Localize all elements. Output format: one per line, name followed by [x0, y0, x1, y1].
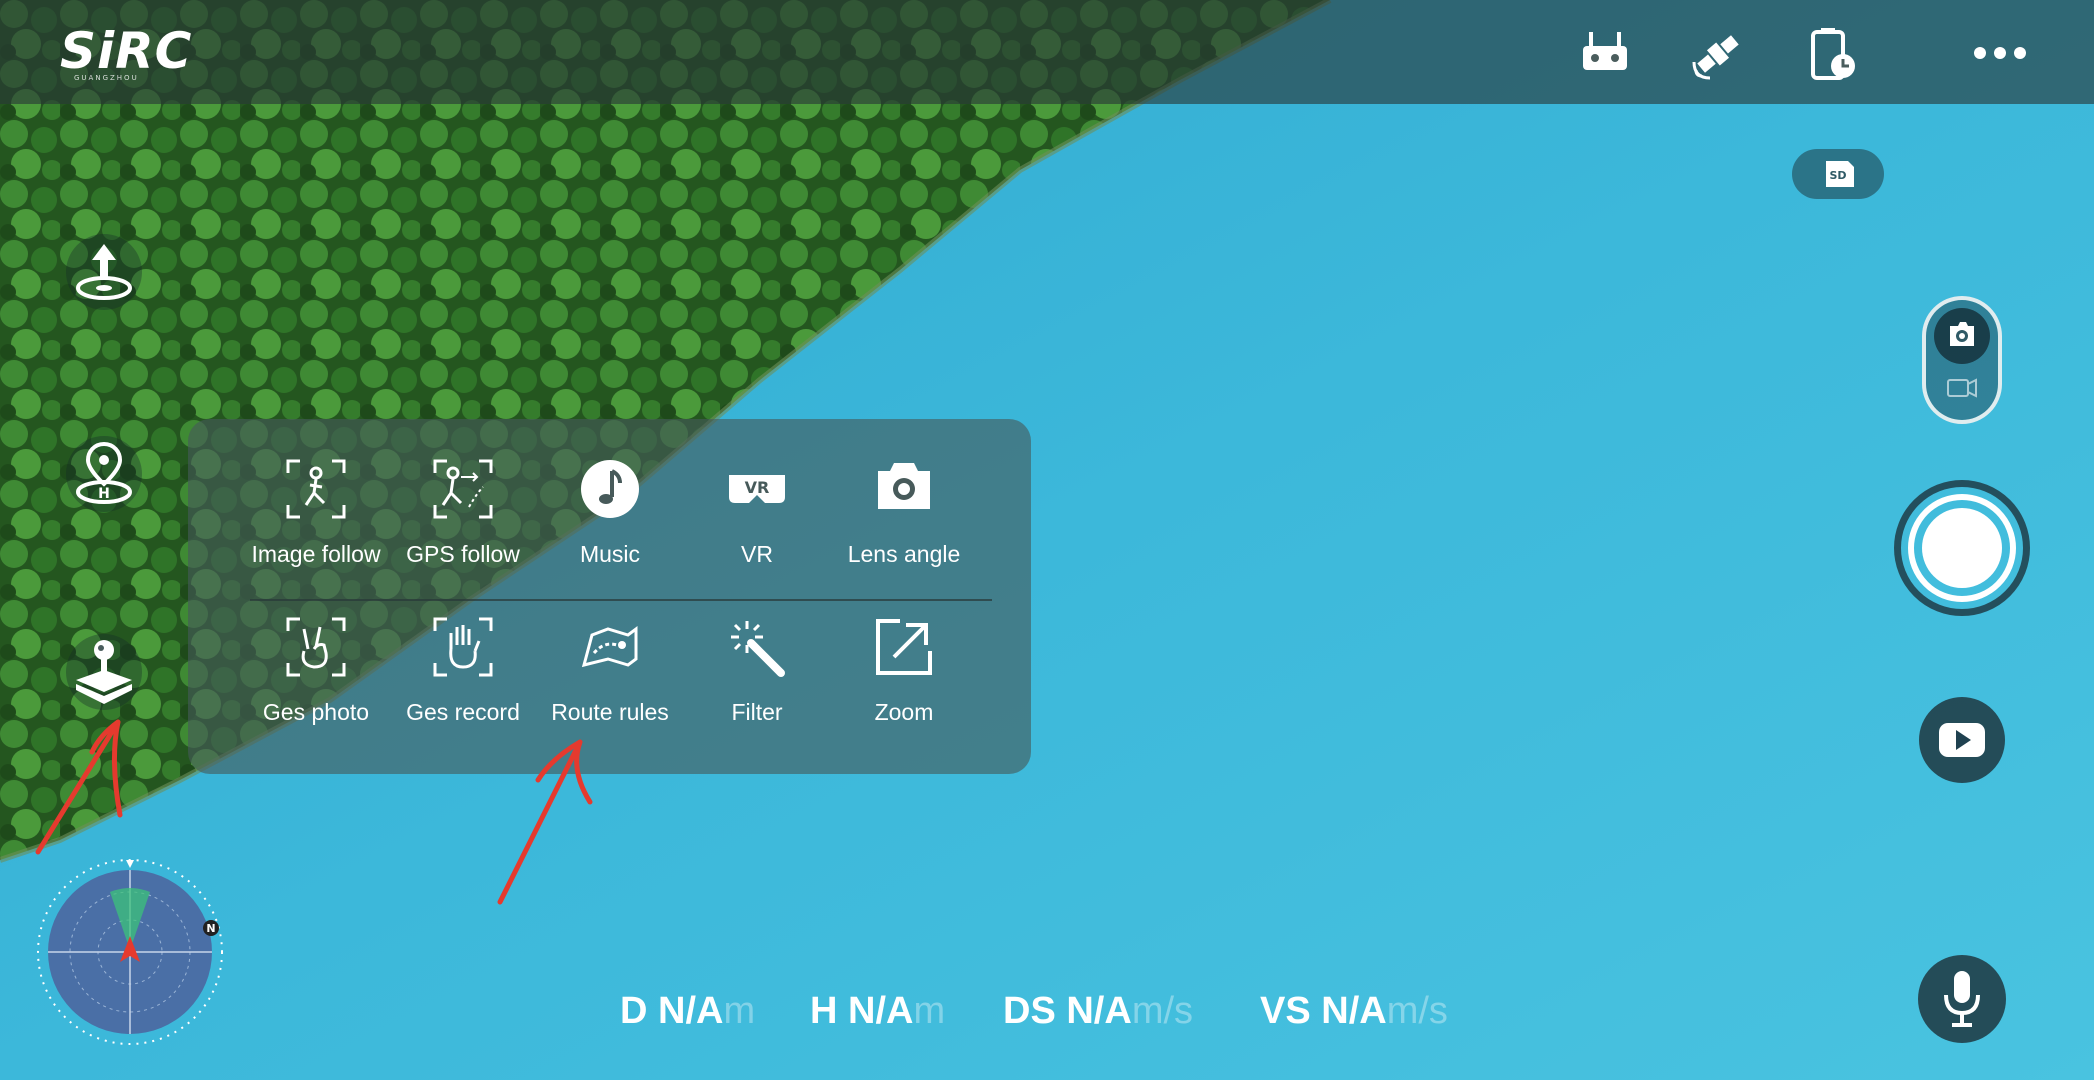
- telemetry-height: H N/Am: [810, 990, 946, 1032]
- menu-label: Filter: [731, 699, 783, 725]
- shutter-core: [1922, 508, 2002, 588]
- menu-label: Route rules: [551, 699, 669, 725]
- menu-label: Image follow: [251, 541, 381, 567]
- top-bar: SiRC GUANGZHOU: [0, 0, 2094, 104]
- more-icon[interactable]: [1972, 38, 2028, 68]
- menu-label: GPS follow: [406, 541, 520, 567]
- gesture-photo-icon: [286, 617, 346, 677]
- menu-label: VR: [741, 541, 773, 567]
- menu-label: Ges record: [406, 699, 520, 725]
- sd-label: SD: [1829, 169, 1846, 182]
- menu-divider: [250, 599, 992, 601]
- gesture-record-icon: [433, 617, 493, 677]
- menu-item-music[interactable]: Music: [537, 457, 683, 597]
- satellite-icon[interactable]: [1690, 26, 1746, 82]
- menu-label: Zoom: [874, 699, 934, 725]
- menu-label: Lens angle: [847, 541, 961, 567]
- telemetry-vertical-speed: VS N/Am/s: [1260, 990, 1448, 1032]
- menu-label: Ges photo: [262, 699, 370, 725]
- shutter-ring: [1908, 494, 2016, 602]
- menu-item-route-rules[interactable]: Route rules: [537, 615, 683, 755]
- return-home-icon[interactable]: H: [66, 436, 142, 512]
- takeoff-icon[interactable]: [66, 234, 142, 310]
- lens-angle-icon: [878, 463, 930, 509]
- menu-item-filter[interactable]: Filter: [684, 615, 830, 755]
- playback-icon[interactable]: [1919, 697, 2005, 783]
- remote-controller-icon[interactable]: [1577, 26, 1633, 82]
- svg-text:H: H: [98, 486, 110, 502]
- compass-north-label: N: [206, 922, 215, 935]
- telemetry-distance: D N/Am: [620, 990, 756, 1032]
- menu-label: Music: [579, 541, 641, 567]
- zoom-icon: [876, 619, 932, 675]
- menu-item-image-follow[interactable]: Image follow: [243, 457, 389, 597]
- sd-card-indicator[interactable]: SD: [1792, 149, 1884, 199]
- menu-item-ges-photo[interactable]: Ges photo: [243, 615, 389, 755]
- menu-item-zoom[interactable]: Zoom: [831, 615, 977, 755]
- photo-video-mode-toggle[interactable]: [1922, 296, 2002, 424]
- menu-item-ges-record[interactable]: Ges record: [390, 615, 536, 755]
- joystick-icon[interactable]: [66, 634, 142, 710]
- video-camera-icon: [1947, 378, 1977, 398]
- menu-item-lens-angle[interactable]: Lens angle: [831, 457, 977, 597]
- telemetry-horizontal-speed: DS N/Am/s: [1003, 990, 1194, 1032]
- route-rules-icon: [581, 626, 638, 668]
- feature-menu-panel: Image follow GPS follow Music VR VR Lens…: [188, 419, 1031, 774]
- menu-item-gps-follow[interactable]: GPS follow: [390, 457, 536, 597]
- compass-radar: N: [37, 859, 223, 1045]
- filter-icon: [731, 621, 785, 677]
- music-icon: [581, 460, 639, 518]
- microphone-icon[interactable]: [1918, 955, 2006, 1043]
- phone-battery-icon[interactable]: [1805, 26, 1861, 82]
- vr-icon: VR: [729, 475, 785, 503]
- shutter-button[interactable]: [1894, 480, 2030, 616]
- svg-text:VR: VR: [745, 478, 770, 497]
- menu-item-vr[interactable]: VR VR: [684, 457, 830, 597]
- image-follow-icon: [286, 459, 346, 519]
- logo: SiRC GUANGZHOU: [60, 22, 193, 82]
- gps-follow-icon: [433, 459, 493, 519]
